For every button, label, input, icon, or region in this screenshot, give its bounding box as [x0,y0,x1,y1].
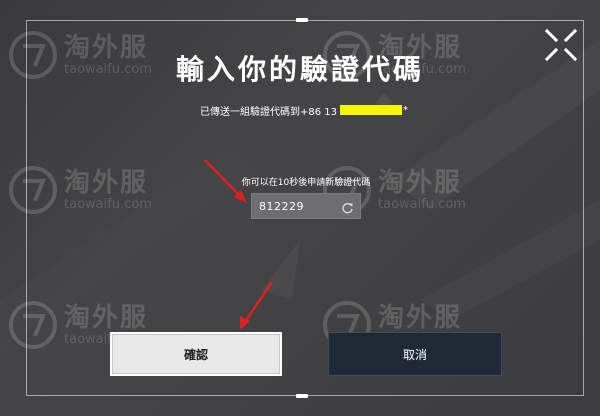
phone-redaction [340,105,403,115]
dialog-top-notch [296,18,308,22]
dialog-title: 輸入你的驗證代碼 [175,53,424,86]
cancel-button-label: 取消 [402,347,427,362]
resend-hint: 你可以在10秒後申請新驗證代碼 [241,178,371,188]
cancel-button[interactable]: 取消 [328,332,502,376]
sent-notice-suffix: * [403,104,409,116]
close-button[interactable] [542,26,580,64]
refresh-icon [342,203,353,214]
verification-code-input[interactable]: 812229 [251,193,361,219]
close-x-icon [544,28,578,62]
refresh-button[interactable] [341,200,354,214]
verification-code-value: 812229 [259,199,304,213]
sent-notice-text: 已傳送一組驗證代碼到+86 13 [200,106,338,118]
confirm-button-label: 確認 [183,347,208,362]
confirm-button[interactable]: 確認 [110,332,282,376]
sent-notice: 已傳送一組驗證代碼到+86 13 * [200,103,409,118]
dialog-bottom-notch [296,394,308,398]
